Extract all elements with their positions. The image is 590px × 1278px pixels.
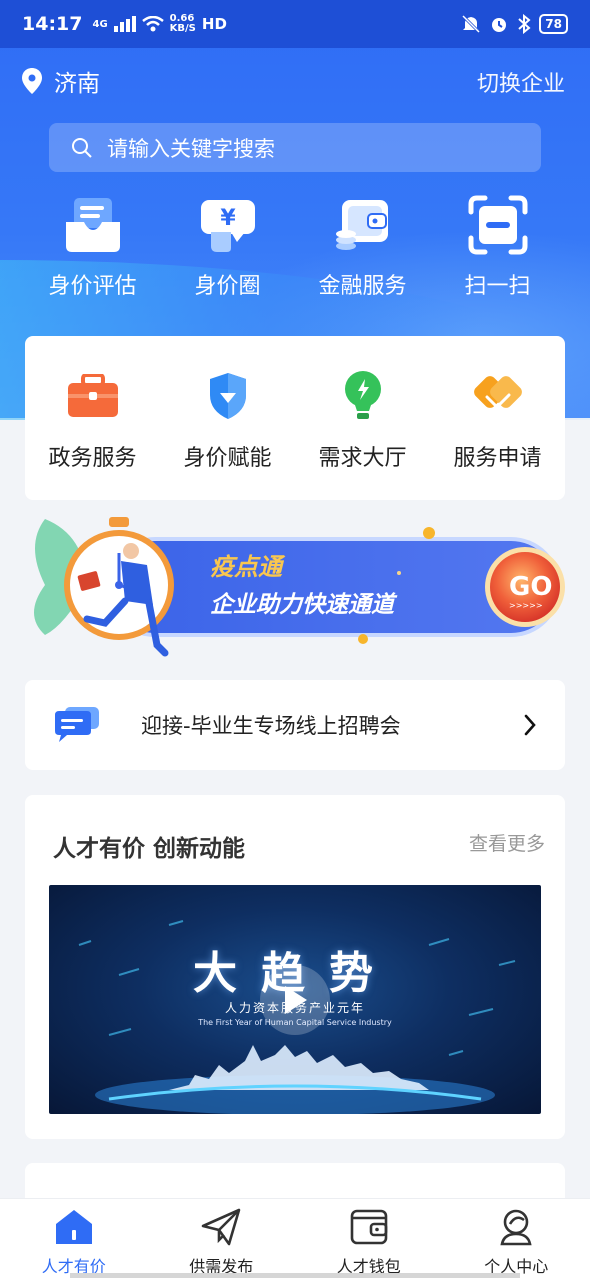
talent-section: 人才有价 创新动能 查看更多 大趋势 人力资本服务产业元年 The First … [25,795,565,1139]
briefcase-icon [65,368,121,424]
network-label: 4G [92,18,108,30]
view-more-link[interactable]: 查看更多 [469,829,545,856]
service-application[interactable]: 服务申请 [430,368,565,500]
service-demand-hall-label: 需求大厅 [318,446,407,471]
bottom-tab-bar: 人才有价 供需发布 人才钱包 个人中心 [0,1198,590,1278]
status-right: 78 [461,14,568,34]
network-speed: 0.66 KB/S [169,13,196,34]
play-button[interactable] [260,965,330,1035]
quick-actions: 身价评估 ¥ 身价圈 金融服务 扫一扫 [25,192,565,304]
location-selector[interactable]: 济南 [22,64,100,98]
quick-valuation[interactable]: 身价评估 [25,192,160,304]
yuan-chat-icon: ¥ [195,192,261,258]
talent-title: 人才有价 创新动能 [53,836,246,862]
mute-icon [462,14,481,34]
battery-indicator: 78 [539,14,568,34]
service-empowerment-label: 身价赋能 [183,446,272,471]
wifi-icon [141,16,164,32]
chevron-right-icon [524,714,536,736]
user-icon [495,1207,537,1247]
search-input[interactable]: 请输入关键字搜索 [49,123,541,172]
search-placeholder: 请输入关键字搜索 [107,136,275,161]
home-indicator [70,1273,520,1278]
mail-tray-icon [60,192,126,258]
tab-supply-demand[interactable]: 供需发布 [148,1199,296,1278]
shield-icon [200,368,256,424]
alarm-icon [492,18,507,32]
chat-bubble-icon [55,707,99,742]
status-indicators: 4G 0.66 KB/S HD [92,14,226,34]
epidemic-banner[interactable]: GO >>>>> 疫点通 企业助力快速通道 [25,515,565,660]
quick-circle[interactable]: ¥ 身价圈 [160,192,295,304]
quick-scan[interactable]: 扫一扫 [430,192,565,304]
handshake-icon [470,368,526,424]
quick-valuation-label: 身价评估 [48,274,137,299]
quick-circle-label: 身价圈 [194,274,261,299]
tab-talent-wallet[interactable]: 人才钱包 [295,1199,443,1278]
service-demand-hall[interactable]: 需求大厅 [295,368,430,500]
paper-plane-icon [200,1207,242,1247]
status-bar: 14:17 4G 0.66 KB/S HD 78 [0,0,590,48]
tab-talent-value[interactable]: 人才有价 [0,1199,148,1278]
home-icon [53,1207,95,1247]
signal-icon [113,16,136,32]
service-government[interactable]: 政务服务 [25,368,160,500]
svg-text:¥: ¥ [220,206,236,231]
services-grid: 政务服务 身价赋能 需求大厅 服务申请 [25,336,565,500]
banner-title: 疫点通 [210,553,286,581]
service-government-label: 政务服务 [48,446,137,471]
banner-graphic: GO >>>>> 疫点通 企业助力快速通道 [34,517,565,657]
service-empowerment[interactable]: 身价赋能 [160,368,295,500]
scan-icon [465,192,531,258]
service-application-label: 服务申请 [453,446,542,471]
bulb-icon [335,368,391,424]
banner-go-arrows: >>>>> [509,601,543,610]
hd-label: HD [201,15,227,33]
banner-subtitle: 企业助力快速通道 [210,591,398,618]
play-icon [285,986,307,1014]
quick-scan-label: 扫一扫 [464,274,531,299]
wallet-icon [348,1207,390,1247]
location-label: 济南 [54,71,100,97]
status-time: 14:17 [22,13,83,35]
switch-company-button[interactable]: 切换企业 [477,66,565,98]
quick-finance[interactable]: 金融服务 [295,192,430,304]
banner-go: GO [509,572,552,602]
video-player[interactable]: 大趋势 人力资本服务产业元年 The First Year of Human C… [49,885,541,1114]
notice-bar[interactable]: 迎接-毕业生专场线上招聘会 [25,680,565,770]
search-icon [72,137,92,158]
notice-text: 迎接-毕业生专场线上招聘会 [141,714,401,738]
location-pin-icon [22,68,42,94]
tab-profile[interactable]: 个人中心 [443,1199,590,1278]
bluetooth-icon [518,14,531,34]
quick-finance-label: 金融服务 [318,274,407,299]
wallet-coins-icon [330,192,396,258]
